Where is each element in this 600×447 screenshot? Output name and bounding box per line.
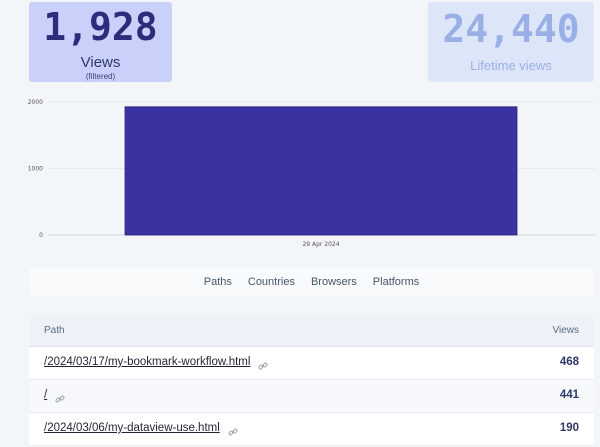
paths-table: Path Views /2024/03/17/my-bookmark-workf…	[29, 316, 594, 446]
table-row: /2024/03/17/my-bookmark-workflow.html 46…	[29, 347, 594, 380]
breakdown-tabs: Paths Countries Browsers Platforms	[29, 268, 594, 296]
lifetime-stat-card: 24,440 Lifetime views	[428, 2, 594, 82]
views-stat-card: 1,928 Views (filtered)	[29, 2, 172, 82]
tab-platforms[interactable]: Platforms	[373, 276, 419, 288]
tab-browsers[interactable]: Browsers	[311, 276, 357, 288]
table-header: Path Views	[29, 316, 594, 347]
tab-countries[interactable]: Countries	[248, 276, 295, 288]
y-tick-label: 0	[39, 232, 43, 239]
views-filtered-note: (filtered)	[85, 72, 116, 81]
path-link[interactable]: /2024/03/17/my-bookmark-workflow.html	[44, 356, 250, 368]
views-value: 441	[559, 389, 579, 401]
path-link[interactable]: /	[44, 389, 47, 401]
lifetime-label: Lifetime views	[470, 58, 552, 73]
views-value: 468	[559, 356, 579, 368]
y-tick-label: 1000	[28, 166, 43, 173]
x-tick-label: 29 Apr 2024	[302, 241, 339, 248]
link-icon[interactable]	[228, 424, 238, 442]
path-link[interactable]: /2024/03/06/my-dataview-use.html	[44, 422, 220, 434]
tab-paths[interactable]: Paths	[204, 276, 232, 288]
views-count: 1,928	[43, 5, 158, 49]
views-bar-chart: 0 1000 2000 29 Apr 2024	[0, 92, 600, 252]
table-row: / 441	[29, 380, 594, 413]
link-icon[interactable]	[258, 358, 268, 376]
views-label: Views	[80, 54, 121, 71]
lifetime-count: 24,440	[442, 7, 580, 51]
chart-svg: 0 1000 2000 29 Apr 2024	[28, 99, 595, 248]
bar	[124, 106, 518, 236]
views-column-header: Views	[552, 325, 580, 336]
table-row: /2024/03/06/my-dataview-use.html 190	[29, 413, 594, 446]
link-icon[interactable]	[55, 391, 65, 409]
views-value: 190	[559, 422, 579, 434]
path-column-header: Path	[44, 325, 65, 336]
y-tick-label: 2000	[28, 99, 43, 106]
